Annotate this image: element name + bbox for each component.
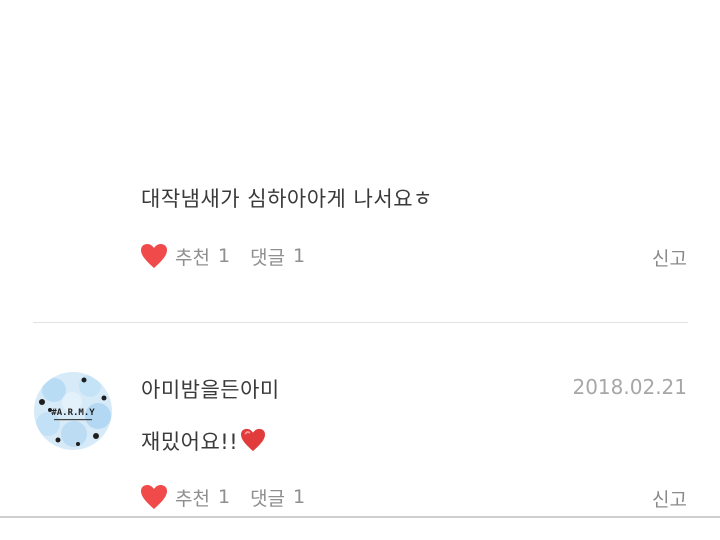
comment-list: 대작냄새가 심하아아게 나서요ㅎ 추천 1 댓글 1 신고 #A.R.M.Y 아… xyxy=(0,0,720,540)
like-heart-icon[interactable] xyxy=(139,241,169,271)
comment-divider xyxy=(33,322,688,323)
red-heart-emoji-icon xyxy=(240,428,266,457)
like-heart-icon[interactable] xyxy=(139,482,169,512)
list-bottom-border xyxy=(0,516,720,518)
avatar[interactable]: #A.R.M.Y xyxy=(34,372,112,450)
comment-date: 2018.02.21 xyxy=(572,375,687,399)
comment-actions: 추천 1 댓글 1 xyxy=(139,482,325,512)
like-label[interactable]: 추천 xyxy=(175,484,210,511)
comment-actions: 추천 1 댓글 1 xyxy=(139,241,325,271)
comment-username[interactable]: 아미밤을든아미 xyxy=(141,374,280,404)
reply-count: 1 xyxy=(293,486,306,508)
comment-text: 재밌어요!! xyxy=(141,430,239,454)
like-count: 1 xyxy=(217,245,231,267)
avatar-logo-text: #A.R.M.Y xyxy=(51,408,95,418)
like-count: 1 xyxy=(217,486,231,508)
report-button[interactable]: 신고 xyxy=(652,244,687,271)
report-button[interactable]: 신고 xyxy=(652,485,687,512)
reply-label[interactable]: 댓글 xyxy=(250,243,285,270)
comment-text-row: 재밌어요!! xyxy=(141,426,266,457)
like-label[interactable]: 추천 xyxy=(175,243,210,270)
comment-text: 대작냄새가 심하아아게 나서요ㅎ xyxy=(141,187,433,211)
reply-count: 1 xyxy=(293,245,306,267)
reply-label[interactable]: 댓글 xyxy=(250,484,285,511)
